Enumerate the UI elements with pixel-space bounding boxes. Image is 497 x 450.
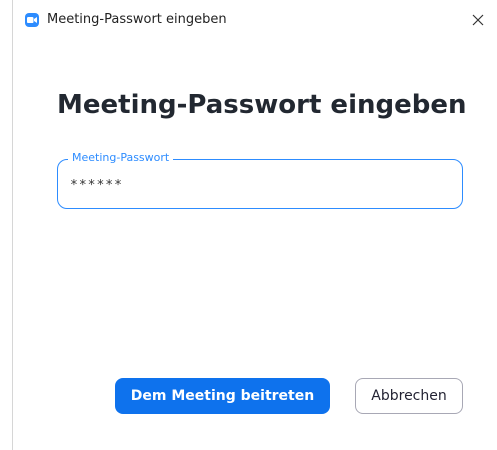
title-bar: Meeting-Passwort eingeben [13,0,497,40]
password-input[interactable] [70,176,450,194]
password-field[interactable]: Meeting-Passwort [57,151,463,209]
close-button[interactable] [458,0,497,40]
zoom-camera-icon [25,13,39,27]
close-icon [472,11,484,30]
dialog-window: Meeting-Passwort eingeben Meeting-Passwo… [12,0,497,450]
dialog-heading: Meeting-Passwort eingeben [57,90,467,120]
password-field-label: Meeting-Passwort [68,151,174,164]
cancel-button[interactable]: Abbrechen [355,378,463,414]
join-meeting-button[interactable]: Dem Meeting beitreten [115,378,330,414]
window-title: Meeting-Passwort eingeben [47,12,227,27]
